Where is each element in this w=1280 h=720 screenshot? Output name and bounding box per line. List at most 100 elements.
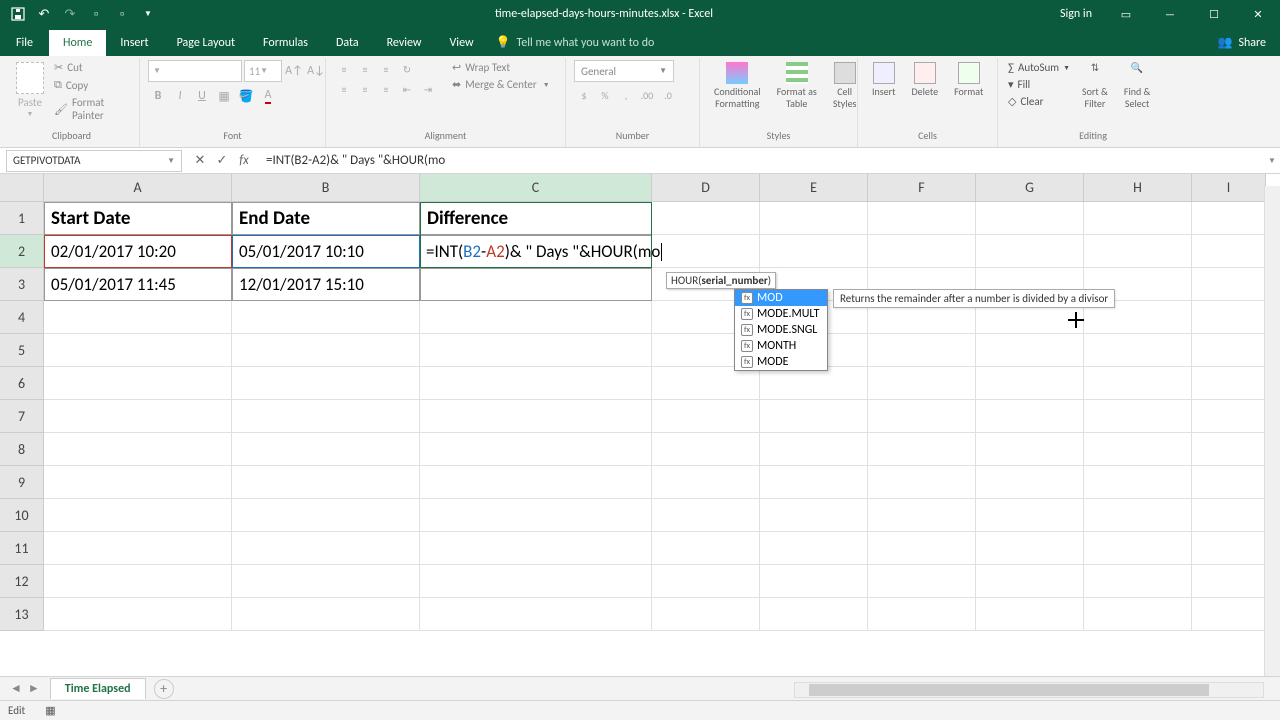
undo-icon[interactable]: ↶ [32, 3, 56, 25]
format-cells-button[interactable]: Format [948, 60, 989, 100]
cell[interactable] [1084, 499, 1192, 532]
find-select-button[interactable]: 🔍Find & Select [1118, 60, 1156, 112]
cell[interactable] [1084, 367, 1192, 400]
cell[interactable] [232, 598, 420, 631]
cell[interactable] [232, 532, 420, 565]
indent-dec-icon[interactable]: ⇤ [397, 80, 417, 98]
cell[interactable] [760, 598, 868, 631]
cell[interactable] [420, 466, 652, 499]
cell[interactable] [976, 334, 1084, 367]
row-header[interactable]: 5 [0, 334, 44, 367]
autocomplete-item[interactable]: fxMODE.SNGL [735, 322, 827, 338]
save-icon[interactable] [6, 3, 30, 25]
row-header[interactable]: 8 [0, 433, 44, 466]
format-as-table-button[interactable]: Format as Table [771, 60, 823, 112]
cell[interactable] [1192, 499, 1266, 532]
cell[interactable] [760, 235, 868, 268]
tab-insert[interactable]: Insert [106, 30, 162, 56]
format-painter-button[interactable]: 🖌Format Painter [52, 95, 131, 123]
cell[interactable] [760, 202, 868, 235]
cell[interactable] [1084, 202, 1192, 235]
cell[interactable] [868, 433, 976, 466]
cell[interactable]: 12/01/2017 15:10 [232, 268, 420, 301]
maximize-icon[interactable]: ☐ [1192, 0, 1236, 28]
align-top-icon[interactable]: ≡ [334, 60, 354, 78]
cell[interactable] [420, 400, 652, 433]
cell[interactable] [1084, 400, 1192, 433]
fill-button[interactable]: ▾Fill [1006, 77, 1072, 92]
cell[interactable] [652, 565, 760, 598]
cell[interactable] [420, 367, 652, 400]
minimize-icon[interactable]: — [1148, 0, 1192, 28]
row-header[interactable]: 11 [0, 532, 44, 565]
cell[interactable] [420, 565, 652, 598]
align-left-icon[interactable]: ≡ [334, 80, 354, 98]
cell[interactable] [44, 367, 232, 400]
merge-center-button[interactable]: ⬌Merge & Center▼ [450, 77, 552, 92]
indent-inc-icon[interactable]: ⇥ [418, 80, 438, 98]
formula-bar[interactable]: =INT(B2-A2)& " Days "&HOUR(mo [260, 150, 1264, 172]
qat-btn[interactable]: ▫ [84, 3, 108, 25]
orientation-icon[interactable]: ↻ [397, 60, 417, 78]
cell[interactable] [652, 202, 760, 235]
cell[interactable] [420, 268, 652, 301]
qat-dropdown-icon[interactable]: ▼ [136, 3, 160, 25]
tab-home[interactable]: Home [49, 30, 106, 56]
cancel-formula-icon[interactable]: ✕ [190, 153, 210, 168]
delete-cells-button[interactable]: Delete [906, 60, 945, 100]
cell[interactable] [1084, 532, 1192, 565]
tab-review[interactable]: Review [373, 30, 436, 56]
cell[interactable] [652, 400, 760, 433]
cell[interactable] [1192, 400, 1266, 433]
cell[interactable] [44, 565, 232, 598]
cell[interactable] [868, 334, 976, 367]
cell[interactable] [420, 433, 652, 466]
cell[interactable] [976, 532, 1084, 565]
cell[interactable] [1084, 433, 1192, 466]
cell[interactable] [232, 367, 420, 400]
cell[interactable] [868, 598, 976, 631]
cell[interactable] [44, 400, 232, 433]
font-family-select[interactable]: ▼ [148, 60, 242, 82]
cell[interactable] [1192, 565, 1266, 598]
col-header[interactable]: H [1084, 174, 1192, 202]
tab-page-layout[interactable]: Page Layout [163, 30, 249, 56]
column-headers[interactable]: ABCDEFGHI [44, 174, 1266, 202]
cell[interactable] [976, 202, 1084, 235]
cell[interactable] [1192, 466, 1266, 499]
sign-in-link[interactable]: Sign in [1048, 7, 1104, 21]
cell[interactable] [44, 598, 232, 631]
shrink-font-icon[interactable]: A↓ [306, 61, 326, 81]
row-header[interactable]: 7 [0, 400, 44, 433]
cell[interactable] [232, 301, 420, 334]
cell[interactable] [420, 334, 652, 367]
close-icon[interactable]: ✕ [1236, 0, 1280, 28]
cell[interactable] [44, 466, 232, 499]
underline-button[interactable]: U [192, 86, 212, 106]
cell[interactable] [232, 499, 420, 532]
font-size-select[interactable]: 11▼ [244, 60, 282, 82]
cell[interactable] [760, 433, 868, 466]
cell[interactable] [760, 466, 868, 499]
row-header[interactable]: 6 [0, 367, 44, 400]
cell[interactable]: 05/01/2017 11:45 [44, 268, 232, 301]
col-header[interactable]: G [976, 174, 1084, 202]
row-headers[interactable]: 12345678910111213 [0, 202, 44, 631]
inc-decimal-icon[interactable]: .00 [637, 86, 657, 104]
cell[interactable] [420, 301, 652, 334]
number-format-select[interactable]: General▼ [574, 60, 674, 82]
comma-icon[interactable]: , [616, 86, 636, 104]
cell[interactable] [1192, 202, 1266, 235]
cell[interactable] [868, 367, 976, 400]
bold-button[interactable]: B [148, 86, 168, 106]
cell[interactable] [1192, 598, 1266, 631]
sheet-next-icon[interactable]: ► [28, 681, 40, 696]
cell[interactable] [44, 532, 232, 565]
ribbon-display-icon[interactable]: ▭ [1104, 0, 1148, 28]
col-header[interactable]: I [1192, 174, 1266, 202]
fx-icon[interactable]: fx [234, 153, 254, 168]
cell[interactable] [1192, 235, 1266, 268]
sheet-prev-icon[interactable]: ◄ [10, 681, 22, 696]
qat-btn[interactable]: ▫ [110, 3, 134, 25]
cell[interactable] [232, 400, 420, 433]
